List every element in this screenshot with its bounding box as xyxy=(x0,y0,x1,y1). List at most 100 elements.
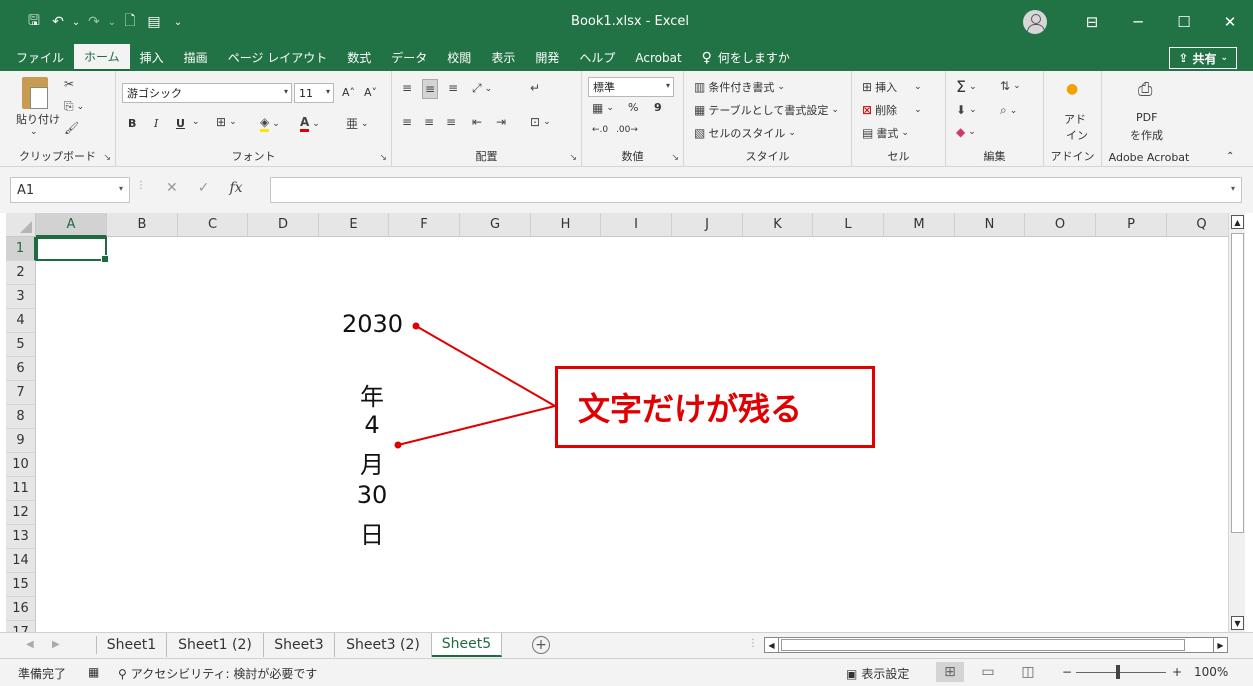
addins-icon[interactable]: ● xyxy=(1066,81,1078,97)
normal-view-icon[interactable]: ⊞ xyxy=(936,662,964,682)
create-pdf-line1[interactable]: PDF xyxy=(1136,111,1157,124)
vertical-scrollbar[interactable]: ▲ ▼ xyxy=(1228,213,1245,632)
zoom-out-button[interactable]: − xyxy=(1062,665,1072,679)
row-header-4[interactable]: 4 xyxy=(6,309,36,333)
vertical-scroll-thumb[interactable] xyxy=(1231,233,1244,533)
orientation-icon[interactable]: ⤢ ⌄ xyxy=(472,81,492,96)
column-header-l[interactable]: L xyxy=(813,213,884,237)
create-pdf-line2[interactable]: を作成 xyxy=(1130,127,1163,143)
grow-font-button[interactable]: A˄ xyxy=(342,86,355,99)
wrap-text-icon[interactable]: ↵ xyxy=(530,81,540,95)
column-header-j[interactable]: J xyxy=(672,213,743,237)
paste-button[interactable]: 貼り付け xyxy=(16,111,60,127)
format-as-table-button[interactable]: ▦ テーブルとして書式設定 ⌄ xyxy=(694,102,839,118)
row-header-2[interactable]: 2 xyxy=(6,261,36,285)
name-box[interactable]: A1 ▾ xyxy=(10,177,130,203)
tab-formulas[interactable]: 数式 xyxy=(337,44,381,71)
fill-color-icon[interactable]: ◈ ⌄ xyxy=(260,115,280,132)
clear-icon[interactable]: ◆ ⌄ xyxy=(956,125,976,139)
add-sheet-icon[interactable]: + xyxy=(532,636,550,654)
copy-icon[interactable]: ⎘ ⌄ xyxy=(64,99,84,114)
decrease-decimal-icon[interactable]: .00→ xyxy=(616,125,638,135)
display-settings-button[interactable]: ▣ 表示設定 xyxy=(846,665,909,682)
column-header-b[interactable]: B xyxy=(107,213,178,237)
column-header-i[interactable]: I xyxy=(601,213,672,237)
minimize-button[interactable]: ─ xyxy=(1115,6,1161,38)
scroll-left-icon[interactable]: ◀ xyxy=(765,638,779,652)
customize-qat-icon[interactable]: ⌄ xyxy=(166,10,190,34)
scroll-right-icon[interactable]: ▶ xyxy=(1213,638,1227,652)
row-header-14[interactable]: 14 xyxy=(6,549,36,573)
sheet-tab-sheet5[interactable]: Sheet5 xyxy=(432,633,502,657)
autosum-button[interactable]: Σ ⌄ xyxy=(956,77,977,96)
row-header-6[interactable]: 6 xyxy=(6,357,36,381)
accessibility-button[interactable]: ⚲ アクセシビリティ: 検討が必要です xyxy=(118,665,317,682)
insert-function-icon[interactable]: fx xyxy=(229,180,242,196)
increase-indent-icon[interactable]: ⇥ xyxy=(496,115,506,129)
pdf-icon[interactable]: ⎙ xyxy=(1138,79,1152,100)
percent-button[interactable]: % xyxy=(628,101,638,114)
column-header-a[interactable]: A xyxy=(36,213,107,237)
row-header-8[interactable]: 8 xyxy=(6,405,36,429)
cell-e8[interactable]: 4 xyxy=(342,411,402,439)
scroll-down-icon[interactable]: ▼ xyxy=(1231,616,1244,630)
delete-cells-button[interactable]: ⊠ 削除 ⌄ xyxy=(862,102,922,118)
sheet-tab-sheet1-2[interactable]: Sheet1 (2) xyxy=(167,633,264,657)
row-header-5[interactable]: 5 xyxy=(6,333,36,357)
cell-e10[interactable]: 30 xyxy=(342,481,402,509)
undo-caret-icon[interactable]: ⌄ xyxy=(70,10,82,34)
tab-split-icon[interactable]: ⋮ xyxy=(748,638,758,649)
align-left-icon[interactable]: ≡ xyxy=(402,115,412,129)
ribbon-display-icon[interactable]: ⊟ xyxy=(1069,6,1115,38)
column-header-h[interactable]: H xyxy=(531,213,601,237)
row-header-1[interactable]: 1 xyxy=(6,237,36,261)
cell-e7[interactable]: 年 xyxy=(342,377,402,412)
tab-draw[interactable]: 描画 xyxy=(174,44,218,71)
cut-icon[interactable]: ✂ xyxy=(64,77,74,91)
underline-dropdown-icon[interactable]: ⌄ xyxy=(192,117,200,127)
zoom-slider[interactable] xyxy=(1076,672,1166,673)
enter-icon[interactable]: ✓ xyxy=(198,180,210,196)
new-document-icon[interactable]: 🗋 xyxy=(118,10,142,34)
restore-button[interactable]: ☐ xyxy=(1161,6,1207,38)
bold-button[interactable]: B xyxy=(128,117,136,130)
zoom-slider-thumb[interactable] xyxy=(1116,665,1120,679)
dialog-launcher-icon[interactable]: ↘ xyxy=(103,153,111,163)
row-header-13[interactable]: 13 xyxy=(6,525,36,549)
align-bottom-icon[interactable]: ≡ xyxy=(448,81,458,95)
paste-dropdown-icon[interactable]: ⌄ xyxy=(30,127,38,137)
cell-e9[interactable]: 月 xyxy=(342,445,402,480)
page-break-view-icon[interactable]: ◫ xyxy=(1014,662,1042,682)
cancel-icon[interactable]: ✕ xyxy=(166,180,178,196)
form-icon[interactable]: ▤ xyxy=(142,10,166,34)
tab-view[interactable]: 表示 xyxy=(481,44,525,71)
conditional-formatting-button[interactable]: ▥ 条件付き書式 ⌄ xyxy=(694,79,785,95)
redo-icon[interactable]: ↷ xyxy=(82,10,106,34)
row-header-12[interactable]: 12 xyxy=(6,501,36,525)
prev-sheet-icon[interactable]: ◀ xyxy=(26,639,34,650)
dialog-launcher-icon[interactable]: ↘ xyxy=(671,153,679,163)
borders-icon[interactable]: ⊞ ⌄ xyxy=(216,115,237,129)
tab-review[interactable]: 校閲 xyxy=(437,44,481,71)
addins-button-line1[interactable]: アド xyxy=(1064,111,1086,127)
fill-icon[interactable]: ⬇ ⌄ xyxy=(956,103,977,117)
column-header-n[interactable]: N xyxy=(955,213,1025,237)
column-header-m[interactable]: M xyxy=(884,213,955,237)
formula-input[interactable]: ▾ xyxy=(270,177,1242,203)
horizontal-scroll-thumb[interactable] xyxy=(781,639,1185,651)
align-middle-icon[interactable]: ≡ xyxy=(422,79,439,99)
find-select-icon[interactable]: ⌕ ⌄ xyxy=(1000,103,1017,118)
page-layout-view-icon[interactable]: ▭ xyxy=(974,662,1002,682)
italic-button[interactable]: I xyxy=(154,117,158,130)
tab-help[interactable]: ヘルプ xyxy=(569,44,625,71)
tab-home[interactable]: ホーム xyxy=(74,44,130,71)
sheet-tab-sheet3-2[interactable]: Sheet3 (2) xyxy=(335,633,432,657)
tab-developer[interactable]: 開発 xyxy=(525,44,569,71)
insert-cells-button[interactable]: ⊞ 挿入 ⌄ xyxy=(862,79,922,95)
phonetic-guide-icon[interactable]: 亜 ⌄ xyxy=(346,115,369,132)
tab-file[interactable]: ファイル xyxy=(6,44,74,71)
shrink-font-button[interactable]: A˅ xyxy=(364,86,377,99)
row-header-17[interactable]: 17 xyxy=(6,621,36,632)
sort-filter-icon[interactable]: ⇅ ⌄ xyxy=(1000,79,1021,93)
tab-insert[interactable]: 挿入 xyxy=(130,44,174,71)
